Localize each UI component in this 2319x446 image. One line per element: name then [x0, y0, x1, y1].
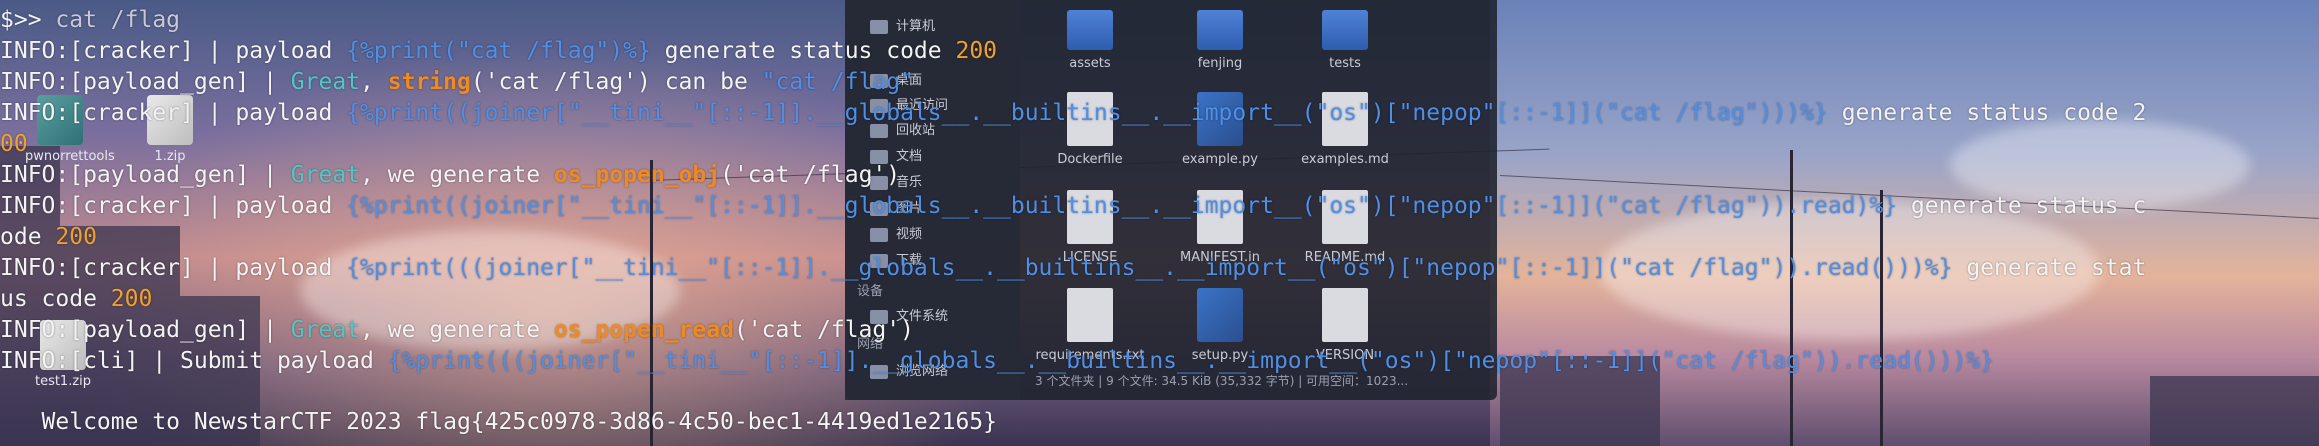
payload-text: {%print((joiner["__tini__"[::-1]].__glob…	[346, 100, 1828, 126]
terminal-line: INFO:[cracker] | payload {%print((joiner…	[0, 191, 2146, 222]
log-prefix: INFO:[cli] | Submit payload	[0, 348, 388, 374]
payload-text: {%print((joiner["__tini__"[::-1]].__glob…	[346, 193, 1898, 219]
file-name: fenjing	[1197, 56, 1243, 71]
terminal-line: INFO:[payload_gen] | Great, we generate …	[0, 160, 900, 191]
status-code: 00	[0, 131, 28, 157]
status-code: 200	[110, 286, 153, 312]
log-text: generate stat	[1952, 255, 2147, 281]
log-prefix: INFO:[cracker] | payload	[0, 193, 347, 219]
flag-text: Welcome to NewstarCTF 2023 flag{425c0978…	[0, 409, 997, 435]
sidebar-item-label: 计算机	[896, 19, 936, 34]
log-text: , we generate	[360, 317, 554, 343]
videos-icon	[870, 227, 888, 242]
document-icon	[1067, 288, 1113, 342]
file-name: example.py	[1181, 152, 1259, 167]
terminal-line-wrap: 00	[0, 129, 28, 160]
status-code: 200	[55, 224, 97, 250]
log-prefix: INFO:[cracker] | payload	[0, 100, 347, 126]
payload-text: "cat /flag"	[761, 69, 914, 95]
sidebar-item-label: 视频	[896, 227, 923, 242]
log-prefix: INFO:[payload_gen] |	[0, 162, 291, 188]
log-prefix: INFO:[cracker] | payload	[0, 38, 347, 64]
log-text: us code	[0, 286, 111, 312]
terminal-line: INFO:[cli] | Submit payload {%print(((jo…	[0, 346, 1994, 377]
terminal-prompt-line: $>> cat /flag	[0, 5, 180, 36]
log-prefix: INFO:[payload_gen] |	[0, 317, 291, 343]
log-text: ('cat /flag') can be	[470, 69, 762, 95]
great-text: Great	[290, 162, 361, 188]
building	[2150, 376, 2319, 446]
rule-name: os_popen_obj	[553, 162, 721, 188]
payload-text: {%print("cat /flag")%}	[346, 38, 651, 64]
power-pole	[1880, 190, 1883, 446]
sidebar-item-videos[interactable]: 视频	[870, 223, 922, 242]
status-code: 200	[955, 38, 998, 64]
log-text: ('cat /flag')	[720, 162, 901, 188]
folder-icon	[1067, 10, 1113, 50]
terminal-line-wrap: ode 200	[0, 222, 97, 253]
rule-name: string	[387, 69, 471, 95]
file-item[interactable]: assets	[1035, 0, 1145, 71]
file-item[interactable]: fenjing	[1165, 0, 1275, 71]
log-text: ('cat /flag')	[733, 317, 914, 343]
log-text: generate status code 2	[1827, 100, 2147, 126]
folder-icon	[1197, 10, 1243, 50]
great-text: Great	[290, 317, 361, 343]
file-name: examples.md	[1301, 152, 1389, 167]
terminal-line-wrap: us code 200	[0, 284, 152, 315]
terminal-line: INFO:[cracker] | payload {%print("cat /f…	[0, 36, 997, 67]
file-item[interactable]: tests	[1290, 0, 1400, 71]
log-text: , we generate	[360, 162, 554, 188]
folder-icon	[1322, 10, 1368, 50]
command: cat /flag	[55, 7, 181, 33]
great-text: Great	[290, 69, 361, 95]
document-icon	[1322, 288, 1368, 342]
log-prefix: INFO:[payload_gen] |	[0, 69, 291, 95]
prompt: $>>	[0, 7, 56, 33]
terminal-line: INFO:[cracker] | payload {%print(((joine…	[0, 253, 2146, 284]
log-text: ,	[360, 69, 388, 95]
terminal-line: INFO:[payload_gen] | Great, we generate …	[0, 315, 914, 346]
computer-icon	[870, 19, 888, 34]
sidebar-item-computer[interactable]: 计算机	[870, 15, 935, 34]
log-text: generate status c	[1897, 193, 2147, 219]
rule-name: os_popen_read	[553, 317, 734, 343]
flag-output: Welcome to NewstarCTF 2023 flag{425c0978…	[0, 407, 997, 438]
file-name: tests	[1329, 56, 1361, 71]
file-name: Dockerfile	[1057, 152, 1123, 167]
payload-text: {%print(((joiner["__tini__"[::-1]].__glo…	[346, 255, 1953, 281]
file-name: assets	[1069, 56, 1111, 71]
terminal-line: INFO:[payload_gen] | Great, string('cat …	[0, 67, 914, 98]
log-prefix: INFO:[cracker] | payload	[0, 255, 347, 281]
terminal-line: INFO:[cracker] | payload {%print((joiner…	[0, 98, 2146, 129]
log-text: generate status code	[650, 38, 956, 64]
python-file-icon	[1197, 288, 1243, 342]
log-text: ode	[0, 224, 56, 250]
payload-text: {%print(((joiner["__tini__"[::-1]].__glo…	[387, 348, 1995, 374]
